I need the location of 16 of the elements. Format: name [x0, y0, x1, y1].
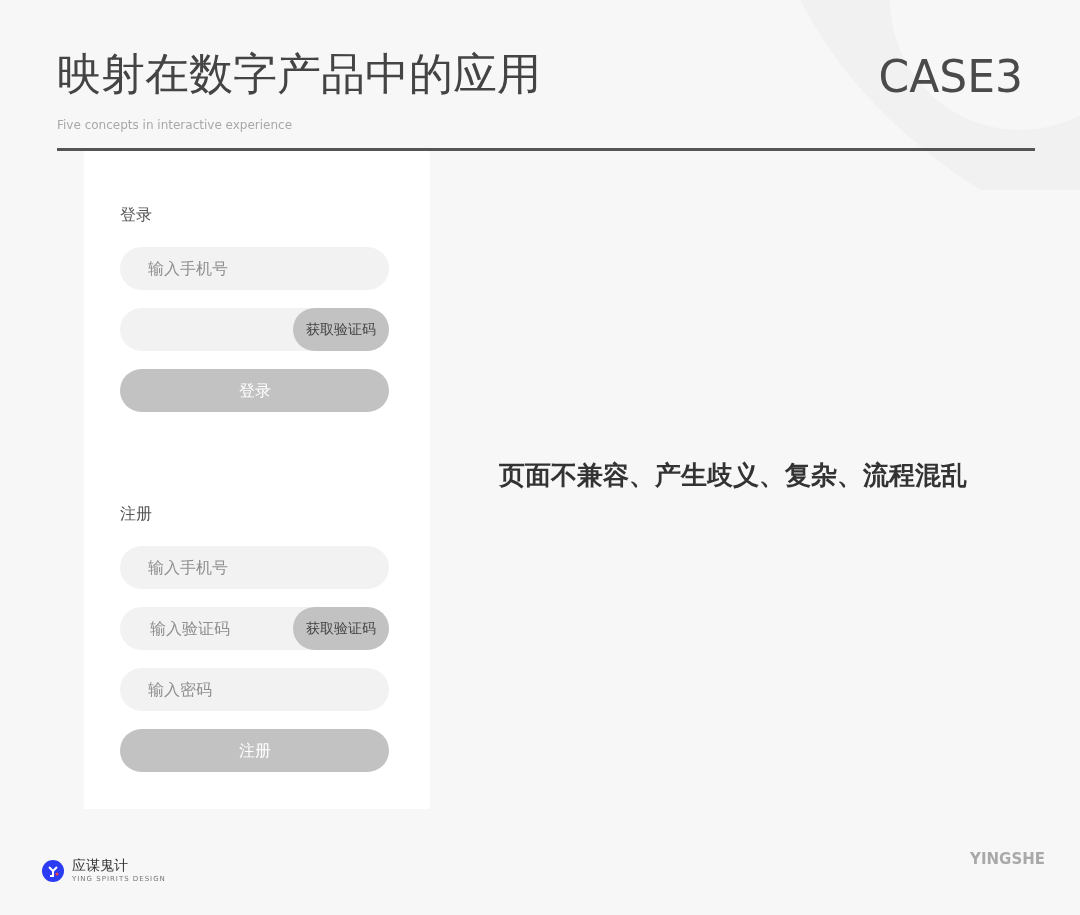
caption: 页面不兼容、产生歧义、复杂、流程混乱	[497, 459, 968, 492]
input-field[interactable]: 输入密码	[120, 668, 389, 711]
subtitle: Five concepts in interactive experience	[57, 117, 294, 134]
input-field[interactable]: 输入手机号	[120, 546, 389, 589]
section-heading: 登录	[120, 204, 153, 226]
brand-name: 应谋鬼计	[72, 858, 129, 872]
case-label: CASE3	[878, 55, 1023, 104]
input-field[interactable]: 输入手机号	[120, 247, 389, 290]
code-field[interactable]: 获取验证码	[120, 308, 389, 351]
brand-watermark: YINGSHE	[970, 849, 1045, 870]
section-heading: 注册	[120, 503, 153, 525]
slide-title: 映射在数字产品中的应用	[57, 52, 541, 96]
get-code-button[interactable]: 获取验证码	[293, 607, 389, 650]
logo-icon	[42, 859, 64, 882]
get-code-button[interactable]: 获取验证码	[293, 308, 389, 351]
code-field[interactable]: 输入验证码 获取验证码	[120, 607, 389, 650]
